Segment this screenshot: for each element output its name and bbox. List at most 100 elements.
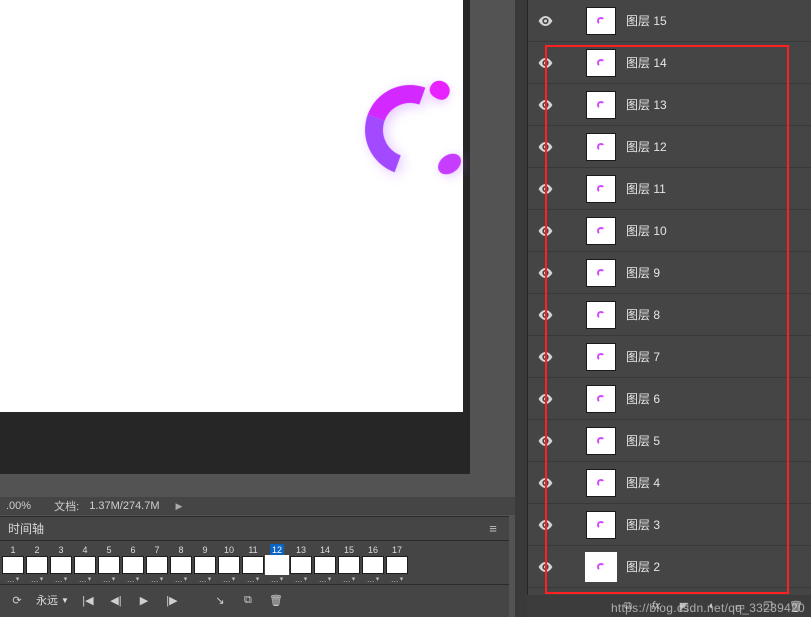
layer-name-label[interactable]: 图层 11 <box>626 180 666 197</box>
timeline-frame[interactable]: 9 <box>194 544 216 584</box>
layer-row[interactable]: 图层 13 <box>528 84 811 126</box>
timeline-frames-row[interactable]: 1234567891011121314151617 <box>0 541 509 585</box>
layer-row[interactable]: 图层 2 <box>528 546 811 588</box>
timeline-frame[interactable]: 15 <box>338 544 360 584</box>
status-menu-arrow-icon[interactable]: ▶ <box>170 501 189 512</box>
layer-row[interactable]: 图层 10 <box>528 210 811 252</box>
layer-thumbnail[interactable] <box>586 217 616 245</box>
layer-thumbnail[interactable] <box>586 259 616 287</box>
frame-delay-menu[interactable] <box>146 574 168 584</box>
frame-delay-menu[interactable] <box>170 574 192 584</box>
layer-name-label[interactable]: 图层 7 <box>626 348 660 365</box>
group-icon[interactable]: ▭ <box>733 600 747 613</box>
timeline-frame[interactable]: 13 <box>290 544 312 584</box>
timeline-frame[interactable]: 7 <box>146 544 168 584</box>
visibility-eye-icon[interactable] <box>536 180 554 198</box>
timeline-frame[interactable]: 16 <box>362 544 384 584</box>
timeline-frame[interactable]: 10 <box>218 544 240 584</box>
frame-delay-menu[interactable] <box>362 574 384 584</box>
frame-delay-menu[interactable] <box>194 574 216 584</box>
layer-row[interactable]: 图层 12 <box>528 126 811 168</box>
layer-thumbnail[interactable] <box>586 469 616 497</box>
layer-thumbnail[interactable] <box>586 511 616 539</box>
layer-row[interactable]: 图层 3 <box>528 504 811 546</box>
tween-button[interactable]: ↘ <box>211 591 229 609</box>
timeline-loop-label[interactable]: 永远 ▼ <box>36 592 69 608</box>
timeline-frame[interactable]: 14 <box>314 544 336 584</box>
visibility-eye-icon[interactable] <box>536 348 554 366</box>
layer-name-label[interactable]: 图层 15 <box>626 12 667 29</box>
timeline-frame[interactable]: 4 <box>74 544 96 584</box>
frame-delay-menu[interactable] <box>98 574 120 584</box>
trash-icon[interactable]: 🗑 <box>789 600 803 613</box>
layer-row[interactable]: 图层 9 <box>528 252 811 294</box>
layer-name-label[interactable]: 图层 10 <box>626 222 667 239</box>
timeline-frame[interactable]: 11 <box>242 544 264 584</box>
layer-thumbnail[interactable] <box>586 385 616 413</box>
next-frame-button[interactable]: |▶ <box>163 591 181 609</box>
delete-frame-button[interactable]: 🗑 <box>267 591 285 609</box>
layer-row[interactable]: 图层 11 <box>528 168 811 210</box>
layer-thumbnail[interactable] <box>586 133 616 161</box>
timeline-frame[interactable]: 17 <box>386 544 408 584</box>
timeline-frame[interactable]: 3 <box>50 544 72 584</box>
layer-name-label[interactable]: 图层 3 <box>626 516 660 533</box>
layer-name-label[interactable]: 图层 14 <box>626 54 667 71</box>
layer-row[interactable]: 图层 4 <box>528 462 811 504</box>
layer-thumbnail[interactable] <box>586 175 616 203</box>
visibility-eye-icon[interactable] <box>536 264 554 282</box>
visibility-eye-icon[interactable] <box>536 474 554 492</box>
layer-name-label[interactable]: 图层 12 <box>626 138 667 155</box>
zoom-value[interactable]: .00% <box>6 500 31 512</box>
frame-delay-menu[interactable] <box>122 574 144 584</box>
frame-delay-menu[interactable] <box>242 574 264 584</box>
adjustment-icon[interactable]: ◐ <box>705 600 719 612</box>
layer-thumbnail[interactable] <box>586 7 616 35</box>
frame-delay-menu[interactable] <box>26 574 48 584</box>
layer-thumbnail[interactable] <box>586 91 616 119</box>
layer-row[interactable]: 图层 7 <box>528 336 811 378</box>
timeline-menu-icon[interactable]: ≡ <box>485 522 501 535</box>
mask-icon[interactable]: ◩ <box>677 600 691 613</box>
layer-thumbnail[interactable] <box>586 553 616 581</box>
visibility-eye-icon[interactable] <box>536 432 554 450</box>
visibility-eye-icon[interactable] <box>536 138 554 156</box>
layer-row[interactable]: 图层 14 <box>528 42 811 84</box>
frame-delay-menu[interactable] <box>338 574 360 584</box>
visibility-eye-icon[interactable] <box>536 222 554 240</box>
layer-row[interactable]: 图层 5 <box>528 420 811 462</box>
prev-frame-button[interactable]: ◀| <box>107 591 125 609</box>
visibility-eye-icon[interactable] <box>536 12 554 30</box>
layer-thumbnail[interactable] <box>586 301 616 329</box>
frame-delay-menu[interactable] <box>50 574 72 584</box>
layer-name-label[interactable]: 图层 6 <box>626 390 660 407</box>
layer-name-label[interactable]: 图层 8 <box>626 306 660 323</box>
layer-name-label[interactable]: 图层 4 <box>626 474 660 491</box>
fx-icon[interactable]: fx <box>649 600 663 612</box>
timeline-frame[interactable]: 6 <box>122 544 144 584</box>
new-layer-icon[interactable]: ❐ <box>761 600 775 613</box>
visibility-eye-icon[interactable] <box>536 390 554 408</box>
panel-divider[interactable] <box>515 0 527 617</box>
layer-name-label[interactable]: 图层 9 <box>626 264 660 281</box>
visibility-eye-icon[interactable] <box>536 306 554 324</box>
frame-delay-menu[interactable] <box>314 574 336 584</box>
layer-thumbnail[interactable] <box>586 427 616 455</box>
visibility-eye-icon[interactable] <box>536 558 554 576</box>
layer-thumbnail[interactable] <box>586 49 616 77</box>
layer-row[interactable]: 图层 15 <box>528 0 811 42</box>
timeline-frame[interactable]: 8 <box>170 544 192 584</box>
frame-delay-menu[interactable] <box>218 574 240 584</box>
visibility-eye-icon[interactable] <box>536 96 554 114</box>
timeline-loop-icon[interactable]: ⟳ <box>8 591 26 609</box>
document-canvas[interactable] <box>0 0 463 412</box>
play-button[interactable]: ▶ <box>135 591 153 609</box>
frame-delay-menu[interactable] <box>2 574 24 584</box>
duplicate-frame-button[interactable]: ⧉ <box>239 591 257 609</box>
link-layers-icon[interactable]: ⧉ <box>621 600 635 613</box>
timeline-frame[interactable]: 12 <box>266 544 288 584</box>
layer-thumbnail[interactable] <box>586 343 616 371</box>
first-frame-button[interactable]: |◀ <box>79 591 97 609</box>
layer-name-label[interactable]: 图层 2 <box>626 558 660 575</box>
frame-delay-menu[interactable] <box>74 574 96 584</box>
